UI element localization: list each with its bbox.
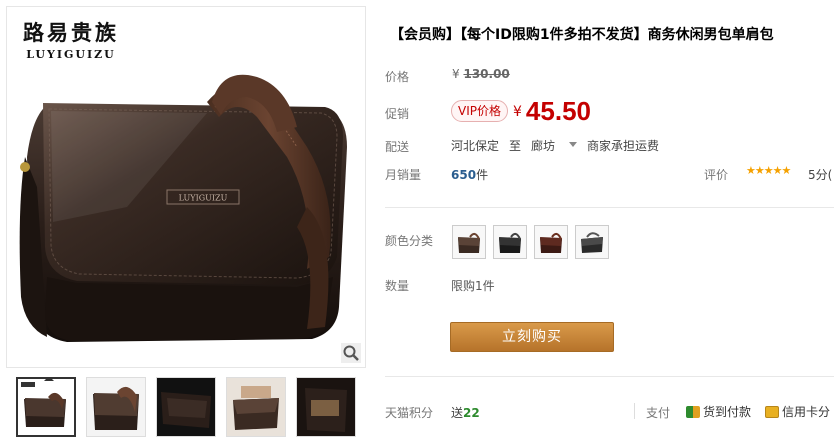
divider <box>385 207 834 208</box>
shipping-destination-select[interactable]: 廊坊 <box>531 139 587 153</box>
rating-label: 评价 <box>704 168 729 182</box>
thumbnail-2-image <box>87 378 145 436</box>
color-option-3[interactable] <box>534 225 568 259</box>
color-options <box>452 225 609 259</box>
promo-price-value: 45.50 <box>525 96 591 126</box>
color-option-4[interactable] <box>575 225 609 259</box>
credit-card-label: 信用卡分 <box>782 405 831 419</box>
color-option-4-image <box>581 232 603 253</box>
promo-price-currency: ¥ <box>513 104 522 120</box>
color-option-1-image <box>458 233 480 253</box>
shipping-fee-note: 商家承担运费 <box>587 139 660 153</box>
price-label: 价格 <box>385 70 410 84</box>
cod-icon <box>686 406 700 418</box>
rating-score-link[interactable]: 5分( <box>808 166 832 183</box>
vertical-separator <box>634 403 635 419</box>
thumbnail-4-image <box>227 378 285 436</box>
thumbnail-1[interactable] <box>16 377 76 437</box>
main-product-image[interactable]: LUYIGUIZU 路易贵族 LUYIGUIZU <box>6 6 366 368</box>
thumbnail-3[interactable] <box>156 377 216 437</box>
bottom-info-bar: 天猫积分 送22 支付 货到付款 信用卡分 <box>385 394 834 430</box>
original-price: ¥ 130.00 <box>452 67 510 81</box>
cod-label: 货到付款 <box>703 405 752 419</box>
thumbnail-3-image <box>157 378 215 436</box>
vip-price-tag: VIP价格 <box>451 100 508 122</box>
shipping-info: 河北保定至廊坊 商家承担运费 <box>451 137 669 154</box>
dropdown-arrow-icon <box>569 142 578 151</box>
thumbnail-4[interactable] <box>226 377 286 437</box>
points-prefix: 送 <box>451 406 464 420</box>
zoom-icon[interactable] <box>341 343 361 363</box>
color-option-2[interactable] <box>493 225 527 259</box>
color-option-1[interactable] <box>452 225 486 259</box>
thumbnail-2[interactable] <box>86 377 146 437</box>
product-info-panel: 【会员购】【每个ID限购1件多拍不发货】商务休闲男包单肩包 价格 ¥ 130.0… <box>372 0 834 437</box>
brand-name-cn: 路易贵族 <box>23 20 119 45</box>
product-gallery: LUYIGUIZU 路易贵族 LUYIGUIZU <box>0 0 372 437</box>
color-label: 颜色分类 <box>385 234 434 248</box>
sales-label: 月销量 <box>385 168 422 182</box>
brand-logo: 路易贵族 LUYIGUIZU <box>23 17 119 61</box>
credit-card-payment[interactable]: 信用卡分 <box>765 403 830 420</box>
thumbnail-5-image <box>297 378 355 436</box>
shipping-from: 河北保定 <box>451 139 500 153</box>
sales-unit: 件 <box>476 168 489 182</box>
points-value: 22 <box>463 406 480 420</box>
shipping-destination: 廊坊 <box>531 139 556 153</box>
thumbnail-strip <box>16 377 356 437</box>
thumbnail-5[interactable] <box>296 377 356 437</box>
bag-illustration: LUYIGUIZU <box>19 74 347 342</box>
shipping-label: 配送 <box>385 140 410 154</box>
quantity-limit: 限购1件 <box>451 279 495 293</box>
product-title: 【会员购】【每个ID限购1件多拍不发货】商务休闲男包单肩包 <box>390 27 774 43</box>
sales-count: 650 <box>451 168 477 182</box>
bag-logo-text: LUYIGUIZU <box>179 194 228 203</box>
original-price-value: 130.00 <box>463 67 510 81</box>
thumbnail-1-image <box>18 379 74 435</box>
credit-card-icon <box>765 406 779 418</box>
points-info: 送22 <box>451 404 480 421</box>
divider <box>385 376 834 377</box>
cod-payment[interactable]: 货到付款 <box>686 403 751 420</box>
promo-label: 促销 <box>385 107 410 121</box>
promo-price: ¥45.50 <box>513 96 591 127</box>
monthly-sales: 650件 <box>451 166 488 183</box>
buy-now-button[interactable]: 立刻购买 <box>450 322 614 352</box>
original-price-currency: ¥ <box>452 67 460 81</box>
points-label: 天猫积分 <box>385 406 434 420</box>
brand-name-en: LUYIGUIZU <box>26 48 116 61</box>
payment-label: 支付 <box>646 406 671 420</box>
quantity-label: 数量 <box>385 279 410 293</box>
color-option-2-image <box>499 233 521 253</box>
shipping-to-word: 至 <box>509 139 522 153</box>
rating-stars: ★★★★★ <box>746 164 791 177</box>
color-option-3-image <box>540 233 562 253</box>
